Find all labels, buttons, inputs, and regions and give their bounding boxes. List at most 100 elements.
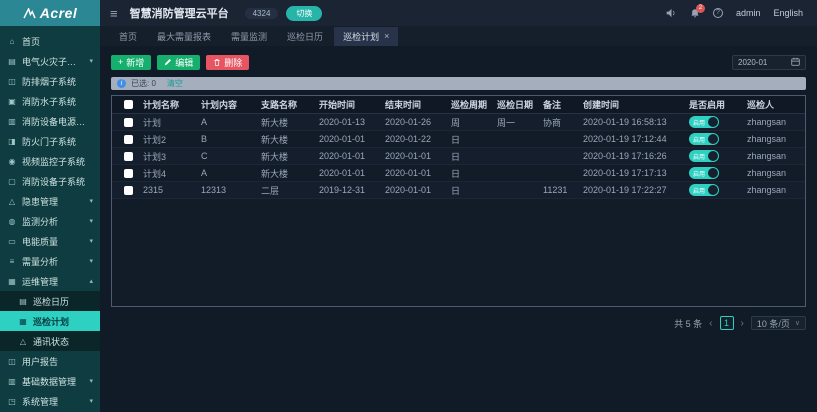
sidebar-item-electrical-fire-subsystem[interactable]: ▤ 电气火灾子系统 ▾ xyxy=(0,51,100,71)
inspection-calendar-icon: ▤ xyxy=(18,297,28,306)
tab-home[interactable]: 首页 xyxy=(110,27,146,46)
select-all-checkbox[interactable] xyxy=(124,100,133,109)
page-title: 智慧消防管理云平台 xyxy=(130,5,229,21)
sidebar-item-fire-equipment-power-subsystem[interactable]: ▥ 消防设备电源子系统 xyxy=(0,111,100,131)
sidebar-item-power-quality[interactable]: ▭ 电能质量 ▾ xyxy=(0,231,100,251)
toggle-knob xyxy=(708,151,718,161)
cell-inspection-cycle: 日 xyxy=(448,184,494,197)
cell-start-time: 2020-01-13 xyxy=(316,117,382,127)
notification-bell-icon[interactable]: 2 xyxy=(690,8,700,19)
row-checkbox[interactable] xyxy=(124,152,133,161)
next-page-button[interactable]: › xyxy=(741,318,744,329)
selection-alert-bar: i 已选: 0 清空 xyxy=(111,77,806,90)
cell-plan-content: A xyxy=(198,117,258,127)
sidebar-item-demand-analysis[interactable]: ≡ 需量分析 ▾ xyxy=(0,251,100,271)
collapse-menu-icon[interactable]: ≡ xyxy=(110,6,118,21)
inspection-plan-table: 计划名称 计划内容 支路名称 开始时间 结束时间 巡检周期 巡检日期 备注 创建… xyxy=(111,95,806,307)
home-icon: ⌂ xyxy=(7,37,17,46)
cell-plan-name: 计划3 xyxy=(140,150,198,163)
prev-page-button[interactable]: ‹ xyxy=(709,318,712,329)
cell-end-time: 2020-01-01 xyxy=(382,151,448,161)
username[interactable]: admin xyxy=(736,8,761,18)
cell-inspector: zhangsan xyxy=(744,151,801,161)
selection-count-text: 已选: 0 xyxy=(131,78,156,89)
language-switch[interactable]: English xyxy=(773,8,803,18)
tab-demand-monitoring[interactable]: 需量监测 xyxy=(222,27,276,46)
sidebar-item-basic-data-management[interactable]: ▥ 基础数据管理 ▾ xyxy=(0,371,100,391)
row-checkbox-cell xyxy=(116,152,140,161)
header-start-time: 开始时间 xyxy=(316,98,382,111)
chevron-down-icon: ▾ xyxy=(89,257,93,265)
sidebar-item-user-report[interactable]: ◫ 用户报告 xyxy=(0,351,100,371)
enable-toggle[interactable]: 启用 xyxy=(689,150,719,162)
toggle-knob xyxy=(708,117,718,127)
cell-plan-name: 计划 xyxy=(140,116,198,129)
sidebar-item-operation-management[interactable]: ▦ 运维管理 ▴ xyxy=(0,271,100,291)
sound-icon[interactable] xyxy=(666,8,677,18)
add-button[interactable]: + 新增 xyxy=(111,55,151,70)
sidebar-subitem-label: 巡检日历 xyxy=(33,295,93,308)
cell-end-time: 2020-01-01 xyxy=(382,168,448,178)
sidebar-item-smoke-exhaust-subsystem[interactable]: ◫ 防排烟子系统 xyxy=(0,71,100,91)
sidebar-subitem-communication-status[interactable]: △ 通讯状态 xyxy=(0,331,100,351)
cell-plan-name: 计划2 xyxy=(140,133,198,146)
enable-toggle[interactable]: 启用 xyxy=(689,133,719,145)
clear-selection-link[interactable]: 清空 xyxy=(167,78,183,89)
switch-button[interactable]: 切换 xyxy=(286,6,322,21)
edit-button[interactable]: 编辑 xyxy=(157,55,200,70)
cell-enabled: 启用 xyxy=(686,184,744,196)
table-row[interactable]: 计划 A 新大楼 2020-01-13 2020-01-26 周 周一 协商 2… xyxy=(112,114,805,131)
close-tab-icon[interactable]: × xyxy=(384,31,389,41)
cell-plan-name: 2315 xyxy=(140,185,198,195)
table-row[interactable]: 计划3 C 新大楼 2020-01-01 2020-01-01 日 2020-0… xyxy=(112,148,805,165)
page-size-select[interactable]: 10 条/页 ∨ xyxy=(751,316,806,330)
help-icon[interactable]: ? xyxy=(713,8,723,18)
table-row[interactable]: 2315 12313 二层 2019-12-31 2020-01-01 日 11… xyxy=(112,182,805,199)
cell-plan-name: 计划4 xyxy=(140,167,198,180)
sidebar-item-label: 首页 xyxy=(22,35,88,48)
tab-inspection-calendar[interactable]: 巡检日历 xyxy=(278,27,332,46)
cell-branch-name: 新大楼 xyxy=(258,116,316,129)
row-checkbox[interactable] xyxy=(124,135,133,144)
sidebar-subitem-inspection-calendar[interactable]: ▤ 巡检日历 xyxy=(0,291,100,311)
cell-branch-name: 二层 xyxy=(258,184,316,197)
header-inspector: 巡检人 xyxy=(744,98,801,111)
row-checkbox[interactable] xyxy=(124,118,133,127)
header-inspection-cycle: 巡检周期 xyxy=(448,98,494,111)
table-header-row: 计划名称 计划内容 支路名称 开始时间 结束时间 巡检周期 巡检日期 备注 创建… xyxy=(112,96,805,114)
tab-inspection-plan[interactable]: 巡检计划 × xyxy=(334,27,398,46)
toolbar: + 新增 编辑 删除 2020-01 xyxy=(111,52,806,72)
sidebar-item-fire-door-subsystem[interactable]: ◨ 防火门子系统 xyxy=(0,131,100,151)
sidebar-item-system-management[interactable]: ◳ 系统管理 ▾ xyxy=(0,391,100,411)
enable-toggle[interactable]: 启用 xyxy=(689,184,719,196)
sidebar-item-video-monitoring-subsystem[interactable]: ◉ 视频监控子系统 xyxy=(0,151,100,171)
enable-toggle[interactable]: 启用 xyxy=(689,167,719,179)
sidebar-item-hazard-management[interactable]: △ 隐患管理 ▾ xyxy=(0,191,100,211)
main-area: 首页 最大需量报表 需量监测 巡检日历 巡检计划 × + 新增 编辑 xyxy=(100,26,817,412)
delete-button[interactable]: 删除 xyxy=(206,55,249,70)
sidebar-submenu-operation-management: ▤ 巡检日历 ▦ 巡检计划 △ 通讯状态 xyxy=(0,291,100,351)
logo-text: Acrel xyxy=(40,5,78,21)
communication-status-icon: △ xyxy=(18,337,28,346)
row-checkbox[interactable] xyxy=(124,169,133,178)
cell-created-time: 2020-01-19 17:16:26 xyxy=(580,151,686,161)
sidebar-item-home[interactable]: ⌂ 首页 xyxy=(0,31,100,51)
toggle-label: 启用 xyxy=(693,135,705,144)
row-checkbox[interactable] xyxy=(124,186,133,195)
month-picker[interactable]: 2020-01 xyxy=(732,55,806,70)
table-row[interactable]: 计划2 B 新大楼 2020-01-01 2020-01-22 日 2020-0… xyxy=(112,131,805,148)
sidebar-item-monitoring-analysis[interactable]: ◍ 监测分析 ▾ xyxy=(0,211,100,231)
header-plan-content: 计划内容 xyxy=(198,98,258,111)
sidebar-item-fire-water-subsystem[interactable]: ▣ 消防水子系统 xyxy=(0,91,100,111)
chevron-down-icon: ▾ xyxy=(89,217,93,225)
toggle-label: 启用 xyxy=(693,169,705,178)
tab-max-demand-report[interactable]: 最大需量报表 xyxy=(148,27,220,46)
toggle-knob xyxy=(708,134,718,144)
sidebar-subitem-inspection-plan[interactable]: ▦ 巡检计划 xyxy=(0,311,100,331)
enable-toggle[interactable]: 启用 xyxy=(689,116,719,128)
fire-door-icon: ◨ xyxy=(7,137,17,146)
page-number-button[interactable]: 1 xyxy=(720,316,734,330)
sidebar-item-fire-equipment-subsystem[interactable]: ▢ 消防设备子系统 xyxy=(0,171,100,191)
header-branch-name: 支路名称 xyxy=(258,98,316,111)
table-row[interactable]: 计划4 A 新大楼 2020-01-01 2020-01-01 日 2020-0… xyxy=(112,165,805,182)
